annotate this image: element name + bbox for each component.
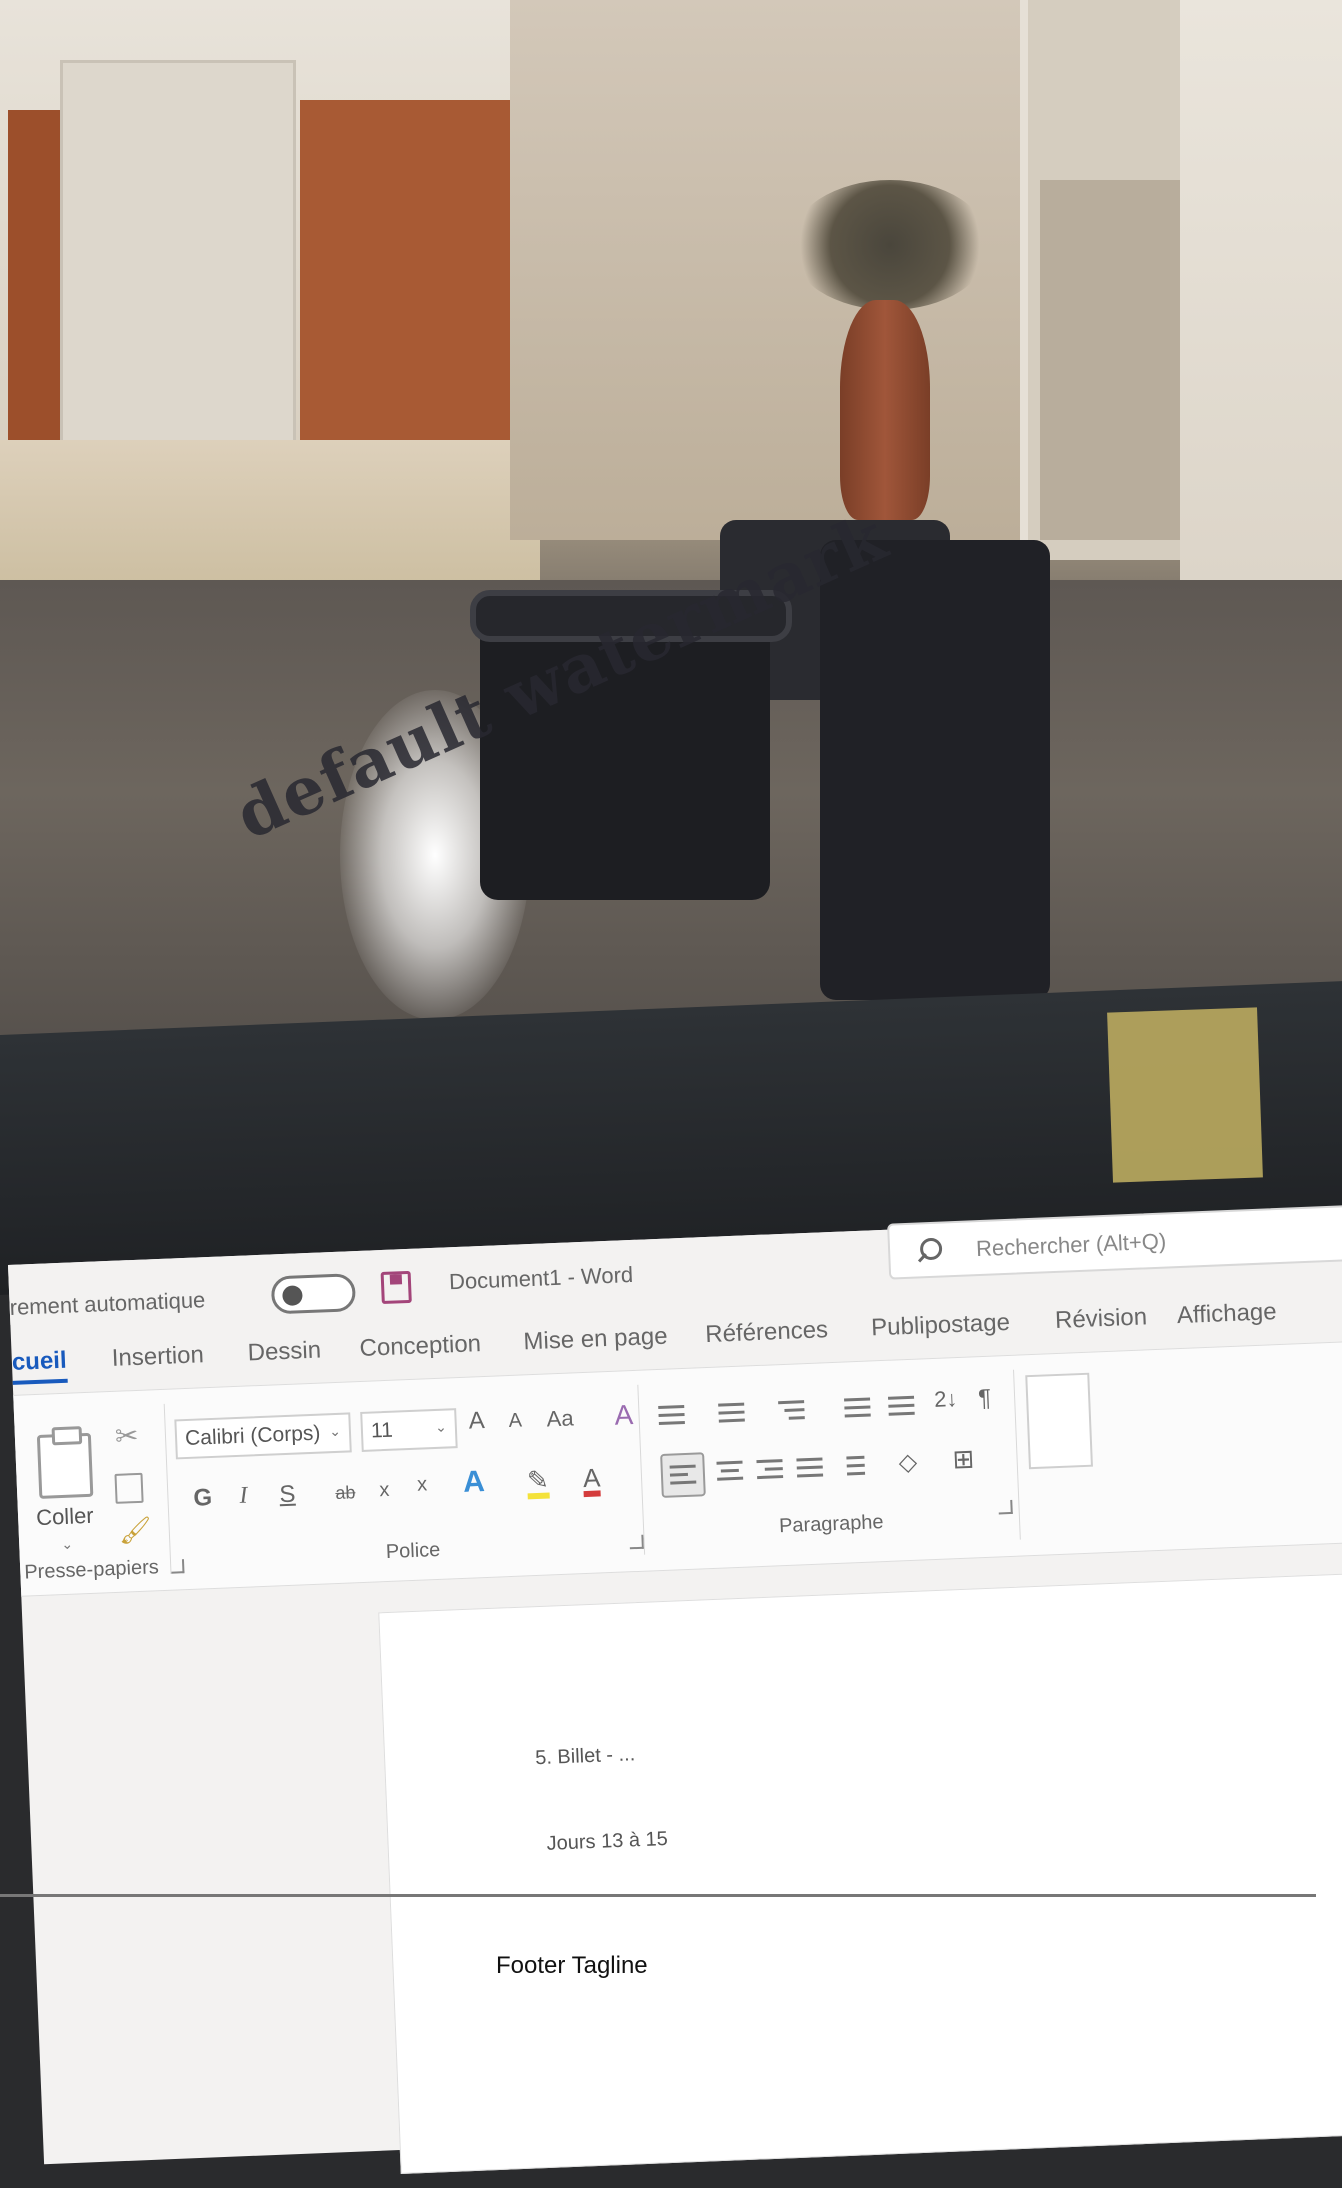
strikethrough-button[interactable]: ab <box>335 1482 356 1504</box>
document-page[interactable]: 5. Billet - ... Jours 13 à 15 <box>378 1568 1342 2174</box>
document-text-line: Jours 13 à 15 <box>546 1827 669 1855</box>
grow-font-button[interactable]: A <box>468 1407 485 1436</box>
divider <box>1013 1369 1021 1540</box>
clipboard-group-label: Presse-papiers <box>23 1556 160 1584</box>
autosave-toggle[interactable] <box>270 1273 357 1315</box>
borders-icon[interactable]: ⊞ <box>952 1443 975 1475</box>
bold-button[interactable]: G <box>193 1484 213 1513</box>
search-placeholder: Rechercher (Alt+Q) <box>975 1228 1167 1262</box>
change-case-button[interactable]: Aa <box>546 1405 574 1432</box>
tab-affichage[interactable]: Affichage <box>1176 1298 1277 1330</box>
vase <box>840 300 930 520</box>
footer-tagline: Footer Tagline <box>496 1952 648 1979</box>
footer: Footer Tagline <box>0 1898 1342 2031</box>
footer-divider <box>0 1894 1316 1897</box>
kitchen-appliance <box>60 60 296 446</box>
divider <box>637 1384 646 1555</box>
tab-accueil[interactable]: cueil <box>11 1346 68 1385</box>
tab-revision[interactable]: Révision <box>1055 1303 1148 1335</box>
font-name-value: Calibri (Corps) <box>184 1421 321 1451</box>
kitchen-floor <box>0 440 540 600</box>
bullets-icon[interactable] <box>658 1403 689 1428</box>
align-left-icon[interactable] <box>660 1452 706 1498</box>
tab-dessin[interactable]: Dessin <box>247 1337 321 1368</box>
dialog-launcher-icon[interactable] <box>629 1534 644 1550</box>
search-icon <box>919 1237 943 1261</box>
underline-button[interactable]: S <box>279 1481 296 1510</box>
sticky-tape <box>1107 1007 1263 1183</box>
superscript-button[interactable]: x <box>417 1473 428 1496</box>
font-size-value: 11 <box>370 1418 394 1443</box>
multilevel-list-icon[interactable] <box>778 1398 809 1423</box>
highlight-icon[interactable]: ✎ <box>526 1464 550 1500</box>
tab-references[interactable]: Références <box>705 1316 829 1349</box>
italic-button[interactable]: I <box>239 1483 248 1510</box>
kitchen-cabinet <box>300 100 515 440</box>
font-name-select[interactable]: Calibri (Corps) ⌄ <box>174 1412 352 1460</box>
tab-mise-en-page[interactable]: Mise en page <box>523 1323 668 1357</box>
paste-button[interactable]: Coller <box>36 1503 94 1531</box>
format-painter-icon[interactable]: 🖌 <box>118 1514 152 1546</box>
pot <box>820 540 1050 1000</box>
bookshelf-opening <box>1040 180 1190 540</box>
align-right-icon[interactable] <box>756 1457 787 1482</box>
decrease-indent-icon[interactable] <box>844 1395 875 1420</box>
tab-conception[interactable]: Conception <box>359 1330 481 1363</box>
chevron-down-icon: ⌄ <box>328 1422 342 1440</box>
chevron-down-icon[interactable]: ⌄ <box>61 1536 73 1553</box>
text-effects-button[interactable]: A <box>462 1465 485 1500</box>
paragraph-group-label: Paragraphe <box>778 1511 884 1538</box>
paste-icon[interactable] <box>36 1432 94 1499</box>
autosave-label: rement automatique <box>9 1287 206 1320</box>
clear-formatting-button[interactable]: A <box>614 1399 634 1432</box>
increase-indent-icon[interactable] <box>887 1394 919 1419</box>
numbering-icon[interactable] <box>718 1400 749 1425</box>
dialog-launcher-icon[interactable] <box>998 1499 1013 1515</box>
dried-flowers <box>790 180 990 310</box>
align-center-icon[interactable] <box>716 1459 747 1484</box>
save-icon[interactable] <box>380 1270 412 1305</box>
sort-button[interactable]: 2↓ <box>934 1386 958 1413</box>
dialog-launcher-icon[interactable] <box>169 1559 185 1574</box>
divider <box>163 1403 172 1574</box>
chevron-down-icon: ⌄ <box>434 1418 448 1435</box>
subscript-button[interactable]: x <box>379 1479 390 1502</box>
document-text-line: 5. Billet - ... <box>534 1743 636 1770</box>
styles-gallery[interactable] <box>1025 1372 1093 1470</box>
font-size-select[interactable]: 11 ⌄ <box>360 1408 458 1452</box>
copy-icon[interactable] <box>114 1472 144 1504</box>
tab-insertion[interactable]: Insertion <box>111 1341 204 1373</box>
background-photo: default watermark <box>0 0 1342 1110</box>
justify-icon[interactable] <box>796 1455 827 1480</box>
font-color-icon[interactable]: A <box>582 1462 602 1498</box>
document-title: Document1 - Word <box>448 1261 634 1295</box>
shrink-font-button[interactable]: A <box>508 1410 522 1434</box>
scissors-icon[interactable]: ✂ <box>114 1419 139 1453</box>
toggle-knob <box>282 1285 303 1307</box>
tab-publipostage[interactable]: Publipostage <box>871 1309 1011 1343</box>
kitchen-cabinet <box>8 110 63 450</box>
pilcrow-button[interactable]: ¶ <box>978 1385 992 1413</box>
font-group-label: Police <box>385 1538 441 1564</box>
line-spacing-icon[interactable] <box>838 1454 869 1479</box>
shading-icon[interactable]: ◇ <box>898 1448 918 1478</box>
